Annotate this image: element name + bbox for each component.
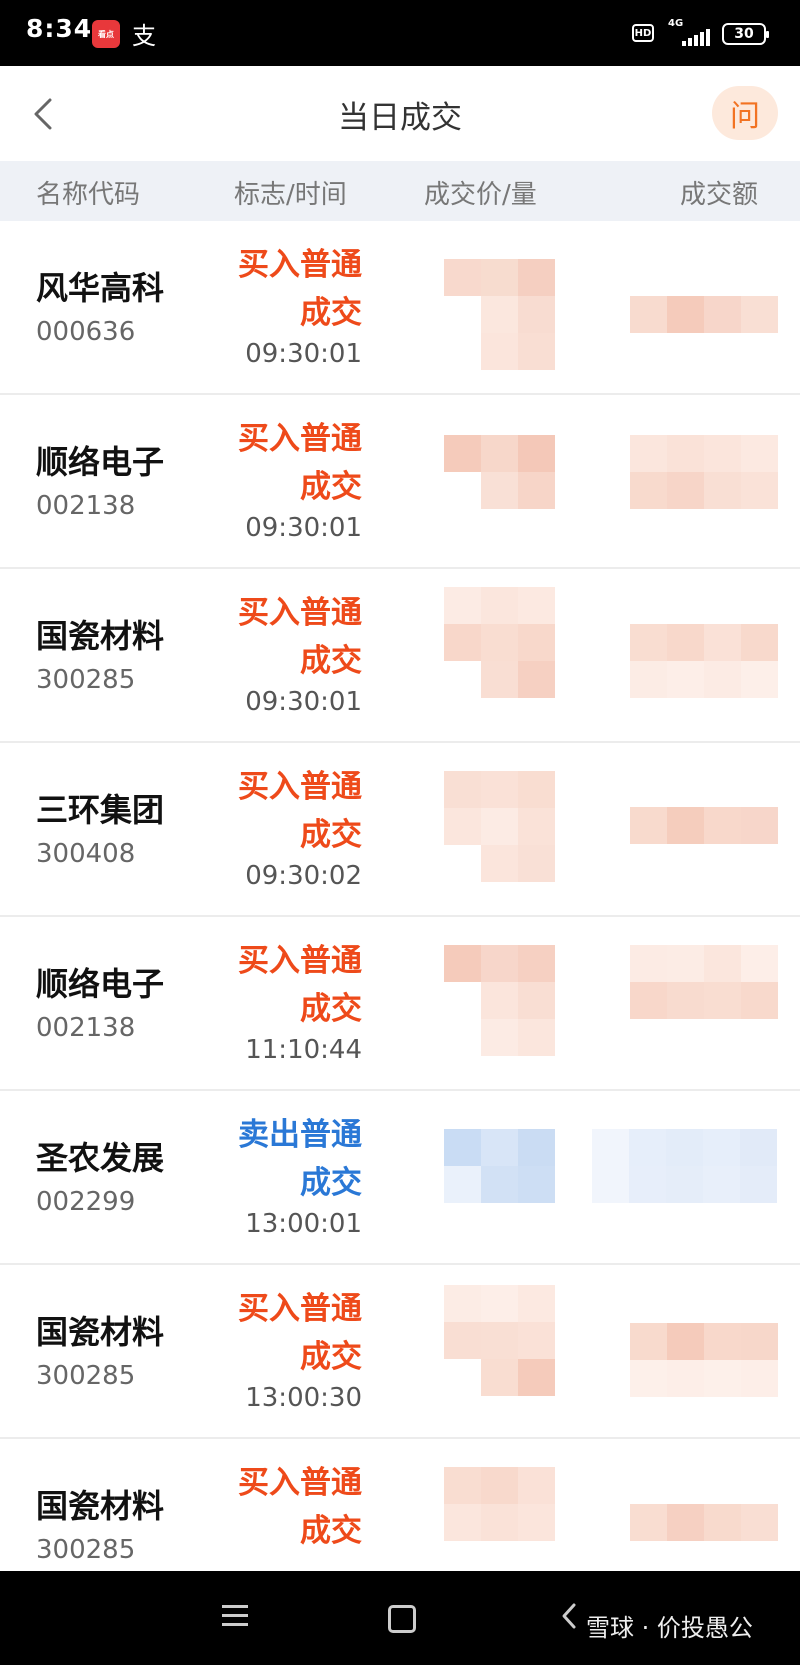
status-time: 8:34 [26, 14, 93, 43]
trade-flag-line1: 买入普通 [238, 595, 362, 631]
trade-flag-line1: 买入普通 [238, 421, 362, 457]
redacted-price-qty [444, 1285, 555, 1396]
trade-row[interactable]: 三环集团 300408 买入普通 成交 09:30:02 [0, 743, 800, 917]
stock-name: 国瓷材料 [36, 1487, 165, 1525]
trade-flag-line2: 成交 [300, 1165, 362, 1201]
stock-code: 002138 [36, 491, 136, 521]
stock-name: 顺络电子 [36, 443, 165, 481]
column-flag-time: 标志/时间 [234, 180, 347, 210]
trade-row[interactable]: 圣农发展 002299 卖出普通 成交 13:00:01 [0, 1091, 800, 1265]
redacted-amount [630, 624, 778, 698]
trade-row[interactable]: 风华高科 000636 买入普通 成交 09:30:01 [0, 221, 800, 395]
watermark-text: 雪球 · 价投愚公 [586, 1614, 753, 1642]
redacted-amount [630, 807, 778, 844]
column-header-row: 名称代码 标志/时间 成交价/量 成交额 [0, 161, 800, 221]
stock-code: 002299 [36, 1187, 136, 1217]
status-bar: 8:34 看点 支 HD 4G 30 [0, 0, 800, 66]
redacted-price-qty [444, 1129, 555, 1203]
stock-name: 风华高科 [36, 269, 165, 307]
redacted-amount [630, 296, 778, 333]
trade-flag: 买入普通 成交 [202, 1285, 362, 1381]
stock-code: 300408 [36, 839, 136, 869]
back-nav-icon[interactable] [560, 1601, 580, 1631]
trade-flag-line1: 卖出普通 [238, 1117, 362, 1153]
trade-time: 09:30:02 [245, 861, 362, 891]
trade-flag: 买入普通 成交 [202, 1459, 362, 1555]
stock-code: 300285 [36, 1535, 136, 1565]
redacted-price-qty [444, 1467, 555, 1541]
column-price-qty: 成交价/量 [424, 180, 537, 210]
trade-flag-line1: 买入普通 [238, 943, 362, 979]
ask-button[interactable]: 问 [712, 86, 778, 140]
news-app-icon: 看点 [92, 20, 120, 48]
trade-flag: 卖出普通 成交 [202, 1111, 362, 1207]
home-icon[interactable] [388, 1605, 416, 1633]
redacted-amount [630, 435, 778, 509]
hd-icon: HD [632, 24, 654, 42]
trade-flag-line2: 成交 [300, 1513, 362, 1549]
trade-row[interactable]: 国瓷材料 300285 买入普通 成交 09:30:01 [0, 569, 800, 743]
redacted-price-qty [444, 587, 555, 698]
trade-flag: 买入普通 成交 [202, 937, 362, 1033]
trade-flag-line2: 成交 [300, 991, 362, 1027]
trade-flag-line1: 买入普通 [238, 1465, 362, 1501]
chevron-left-icon [562, 1603, 576, 1629]
page-title: 当日成交 [338, 100, 462, 136]
trade-flag-line1: 买入普通 [238, 769, 362, 805]
trade-time: 13:00:30 [245, 1383, 362, 1413]
alipay-icon: 支 [132, 22, 156, 50]
trade-flag: 买入普通 成交 [202, 589, 362, 685]
redacted-amount [592, 1129, 777, 1203]
redacted-price-qty [444, 259, 555, 370]
trade-flag-line2: 成交 [300, 817, 362, 853]
stock-name: 顺络电子 [36, 965, 165, 1003]
trade-time: 09:30:01 [245, 339, 362, 369]
redacted-price-qty [444, 435, 555, 509]
column-amount: 成交额 [680, 180, 759, 210]
header: 当日成交 问 [0, 66, 800, 161]
trade-flag: 买入普通 成交 [202, 415, 362, 511]
stock-name: 国瓷材料 [36, 1313, 165, 1351]
trade-row[interactable]: 国瓷材料 300285 买入普通 成交 [0, 1439, 800, 1571]
stock-name: 三环集团 [36, 791, 165, 829]
trade-row[interactable]: 国瓷材料 300285 买入普通 成交 13:00:30 [0, 1265, 800, 1439]
stock-code: 300285 [36, 665, 136, 695]
stock-code: 002138 [36, 1013, 136, 1043]
redacted-amount [630, 1504, 778, 1541]
stock-code: 000636 [36, 317, 136, 347]
redacted-price-qty [444, 945, 555, 1056]
redacted-amount [630, 945, 778, 1019]
redacted-price-qty [444, 771, 555, 882]
stock-name: 圣农发展 [36, 1139, 165, 1177]
menu-icon[interactable] [222, 1605, 248, 1627]
trade-flag-line1: 买入普通 [238, 1291, 362, 1327]
trade-flag-line2: 成交 [300, 1339, 362, 1375]
trade-flag-line2: 成交 [300, 295, 362, 331]
column-name-code: 名称代码 [36, 180, 141, 210]
trade-flag-line1: 买入普通 [238, 247, 362, 283]
trade-row[interactable]: 顺络电子 002138 买入普通 成交 09:30:01 [0, 395, 800, 569]
trade-flag: 买入普通 成交 [202, 241, 362, 337]
trade-time: 09:30:01 [245, 513, 362, 543]
trade-time: 11:10:44 [245, 1035, 362, 1065]
stock-name: 国瓷材料 [36, 617, 165, 655]
redacted-amount [630, 1323, 778, 1397]
trade-list[interactable]: 风华高科 000636 买入普通 成交 09:30:01 顺络电子 002138… [0, 221, 800, 1571]
trade-time: 09:30:01 [245, 687, 362, 717]
trade-time: 13:00:01 [245, 1209, 362, 1239]
trade-flag-line2: 成交 [300, 643, 362, 679]
trade-flag: 买入普通 成交 [202, 763, 362, 859]
signal-icon [668, 28, 712, 46]
battery-icon: 30 [722, 23, 769, 45]
trade-flag-line2: 成交 [300, 469, 362, 505]
stock-code: 300285 [36, 1361, 136, 1391]
trade-row[interactable]: 顺络电子 002138 买入普通 成交 11:10:44 [0, 917, 800, 1091]
